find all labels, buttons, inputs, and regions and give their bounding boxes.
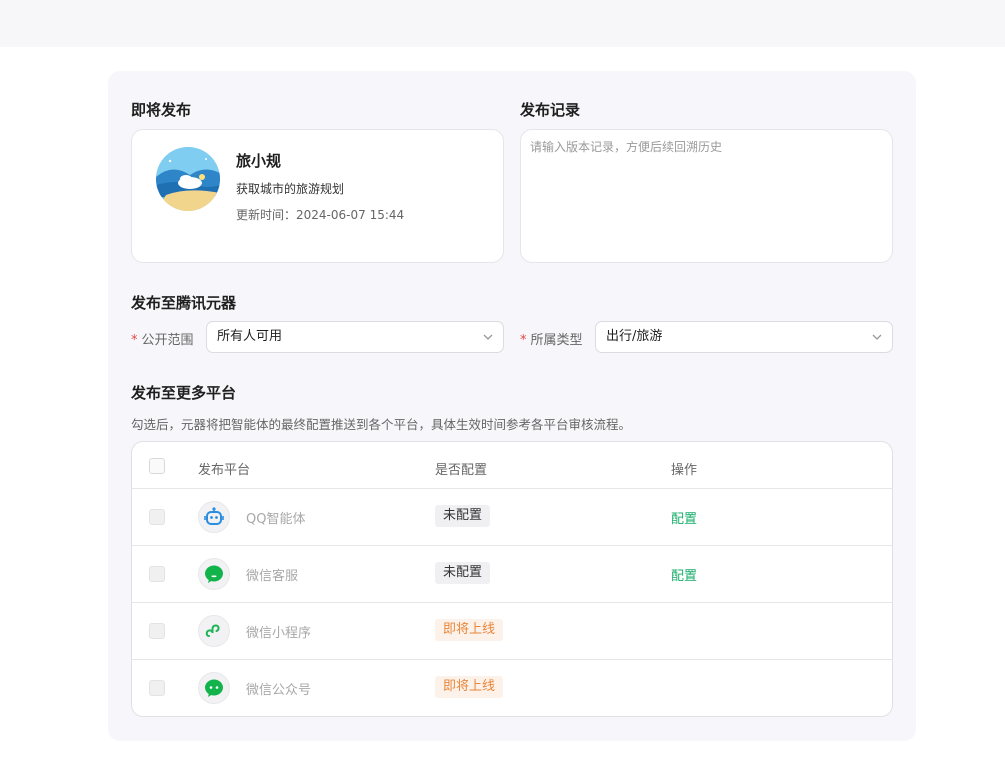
agent-name: 旅小规 bbox=[236, 152, 282, 170]
agent-description: 获取城市的旅游规划 bbox=[236, 182, 345, 196]
table-header: 发布平台 是否配置 操作 bbox=[132, 442, 892, 489]
wechat-official-icon bbox=[198, 672, 230, 704]
platform-name: 微信小程序 bbox=[246, 626, 312, 641]
scope-select[interactable]: 所有人可用 bbox=[206, 321, 504, 353]
row-checkbox[interactable] bbox=[149, 680, 165, 696]
chevron-down-icon bbox=[872, 334, 882, 340]
row-checkbox[interactable] bbox=[149, 623, 165, 639]
record-title: 发布记录 bbox=[520, 101, 581, 119]
tencent-title: 发布至腾讯元器 bbox=[131, 294, 237, 312]
table-row: 微信小程序 即将上线 bbox=[132, 603, 892, 660]
column-header-action: 操作 bbox=[671, 463, 698, 478]
platform-table: 发布平台 是否配置 操作 QQ智能体 未配置 配置 微信客服 未配置 配置 微信… bbox=[131, 441, 893, 717]
more-platforms-hint: 勾选后，元器将把智能体的最终配置推送到各个平台，具体生效时间参考各平台审核流程。 bbox=[131, 417, 632, 432]
upcoming-title: 即将发布 bbox=[131, 101, 192, 119]
column-header-platform: 发布平台 bbox=[198, 463, 251, 478]
version-record-input[interactable] bbox=[520, 129, 893, 263]
scope-label: * 公开范围 bbox=[131, 329, 194, 348]
type-select-value: 出行/旅游 bbox=[606, 329, 663, 344]
more-platforms-title: 发布至更多平台 bbox=[131, 384, 237, 402]
platform-name: 微信公众号 bbox=[246, 683, 312, 698]
table-row: 微信客服 未配置 配置 bbox=[132, 546, 892, 603]
table-row: 微信公众号 即将上线 bbox=[132, 660, 892, 716]
configure-link[interactable]: 配置 bbox=[671, 508, 697, 527]
update-time-value: 2024-06-07 15:44 bbox=[296, 208, 405, 222]
wechat-miniprogram-icon bbox=[198, 615, 230, 647]
table-row: QQ智能体 未配置 配置 bbox=[132, 489, 892, 546]
type-select[interactable]: 出行/旅游 bbox=[595, 321, 893, 353]
required-mark: * bbox=[131, 333, 138, 348]
agent-card: 旅小规 获取城市的旅游规划 更新时间：2024-06-07 15:44 bbox=[131, 129, 504, 263]
top-bar bbox=[0, 0, 1005, 47]
config-status-badge: 未配置 bbox=[435, 505, 491, 527]
config-status-badge: 即将上线 bbox=[435, 619, 504, 641]
required-mark: * bbox=[520, 333, 527, 348]
avatar bbox=[156, 147, 220, 211]
qq-bot-icon bbox=[198, 501, 230, 533]
platform-name: 微信客服 bbox=[246, 569, 299, 584]
update-time-label: 更新时间： bbox=[236, 208, 297, 222]
scope-select-value: 所有人可用 bbox=[217, 329, 283, 344]
config-status-badge: 未配置 bbox=[435, 562, 491, 584]
configure-link[interactable]: 配置 bbox=[671, 565, 697, 584]
type-label-text: 所属类型 bbox=[530, 333, 583, 348]
type-label: * 所属类型 bbox=[520, 329, 583, 348]
column-header-configured: 是否配置 bbox=[435, 463, 488, 478]
config-status-badge: 即将上线 bbox=[435, 676, 504, 698]
select-all-checkbox[interactable] bbox=[149, 458, 165, 474]
scope-label-text: 公开范围 bbox=[141, 333, 194, 348]
wechat-service-icon bbox=[198, 558, 230, 590]
chevron-down-icon bbox=[483, 334, 493, 340]
agent-update-time: 更新时间：2024-06-07 15:44 bbox=[236, 206, 404, 223]
platform-name: QQ智能体 bbox=[246, 512, 306, 527]
row-checkbox[interactable] bbox=[149, 566, 165, 582]
row-checkbox[interactable] bbox=[149, 509, 165, 525]
